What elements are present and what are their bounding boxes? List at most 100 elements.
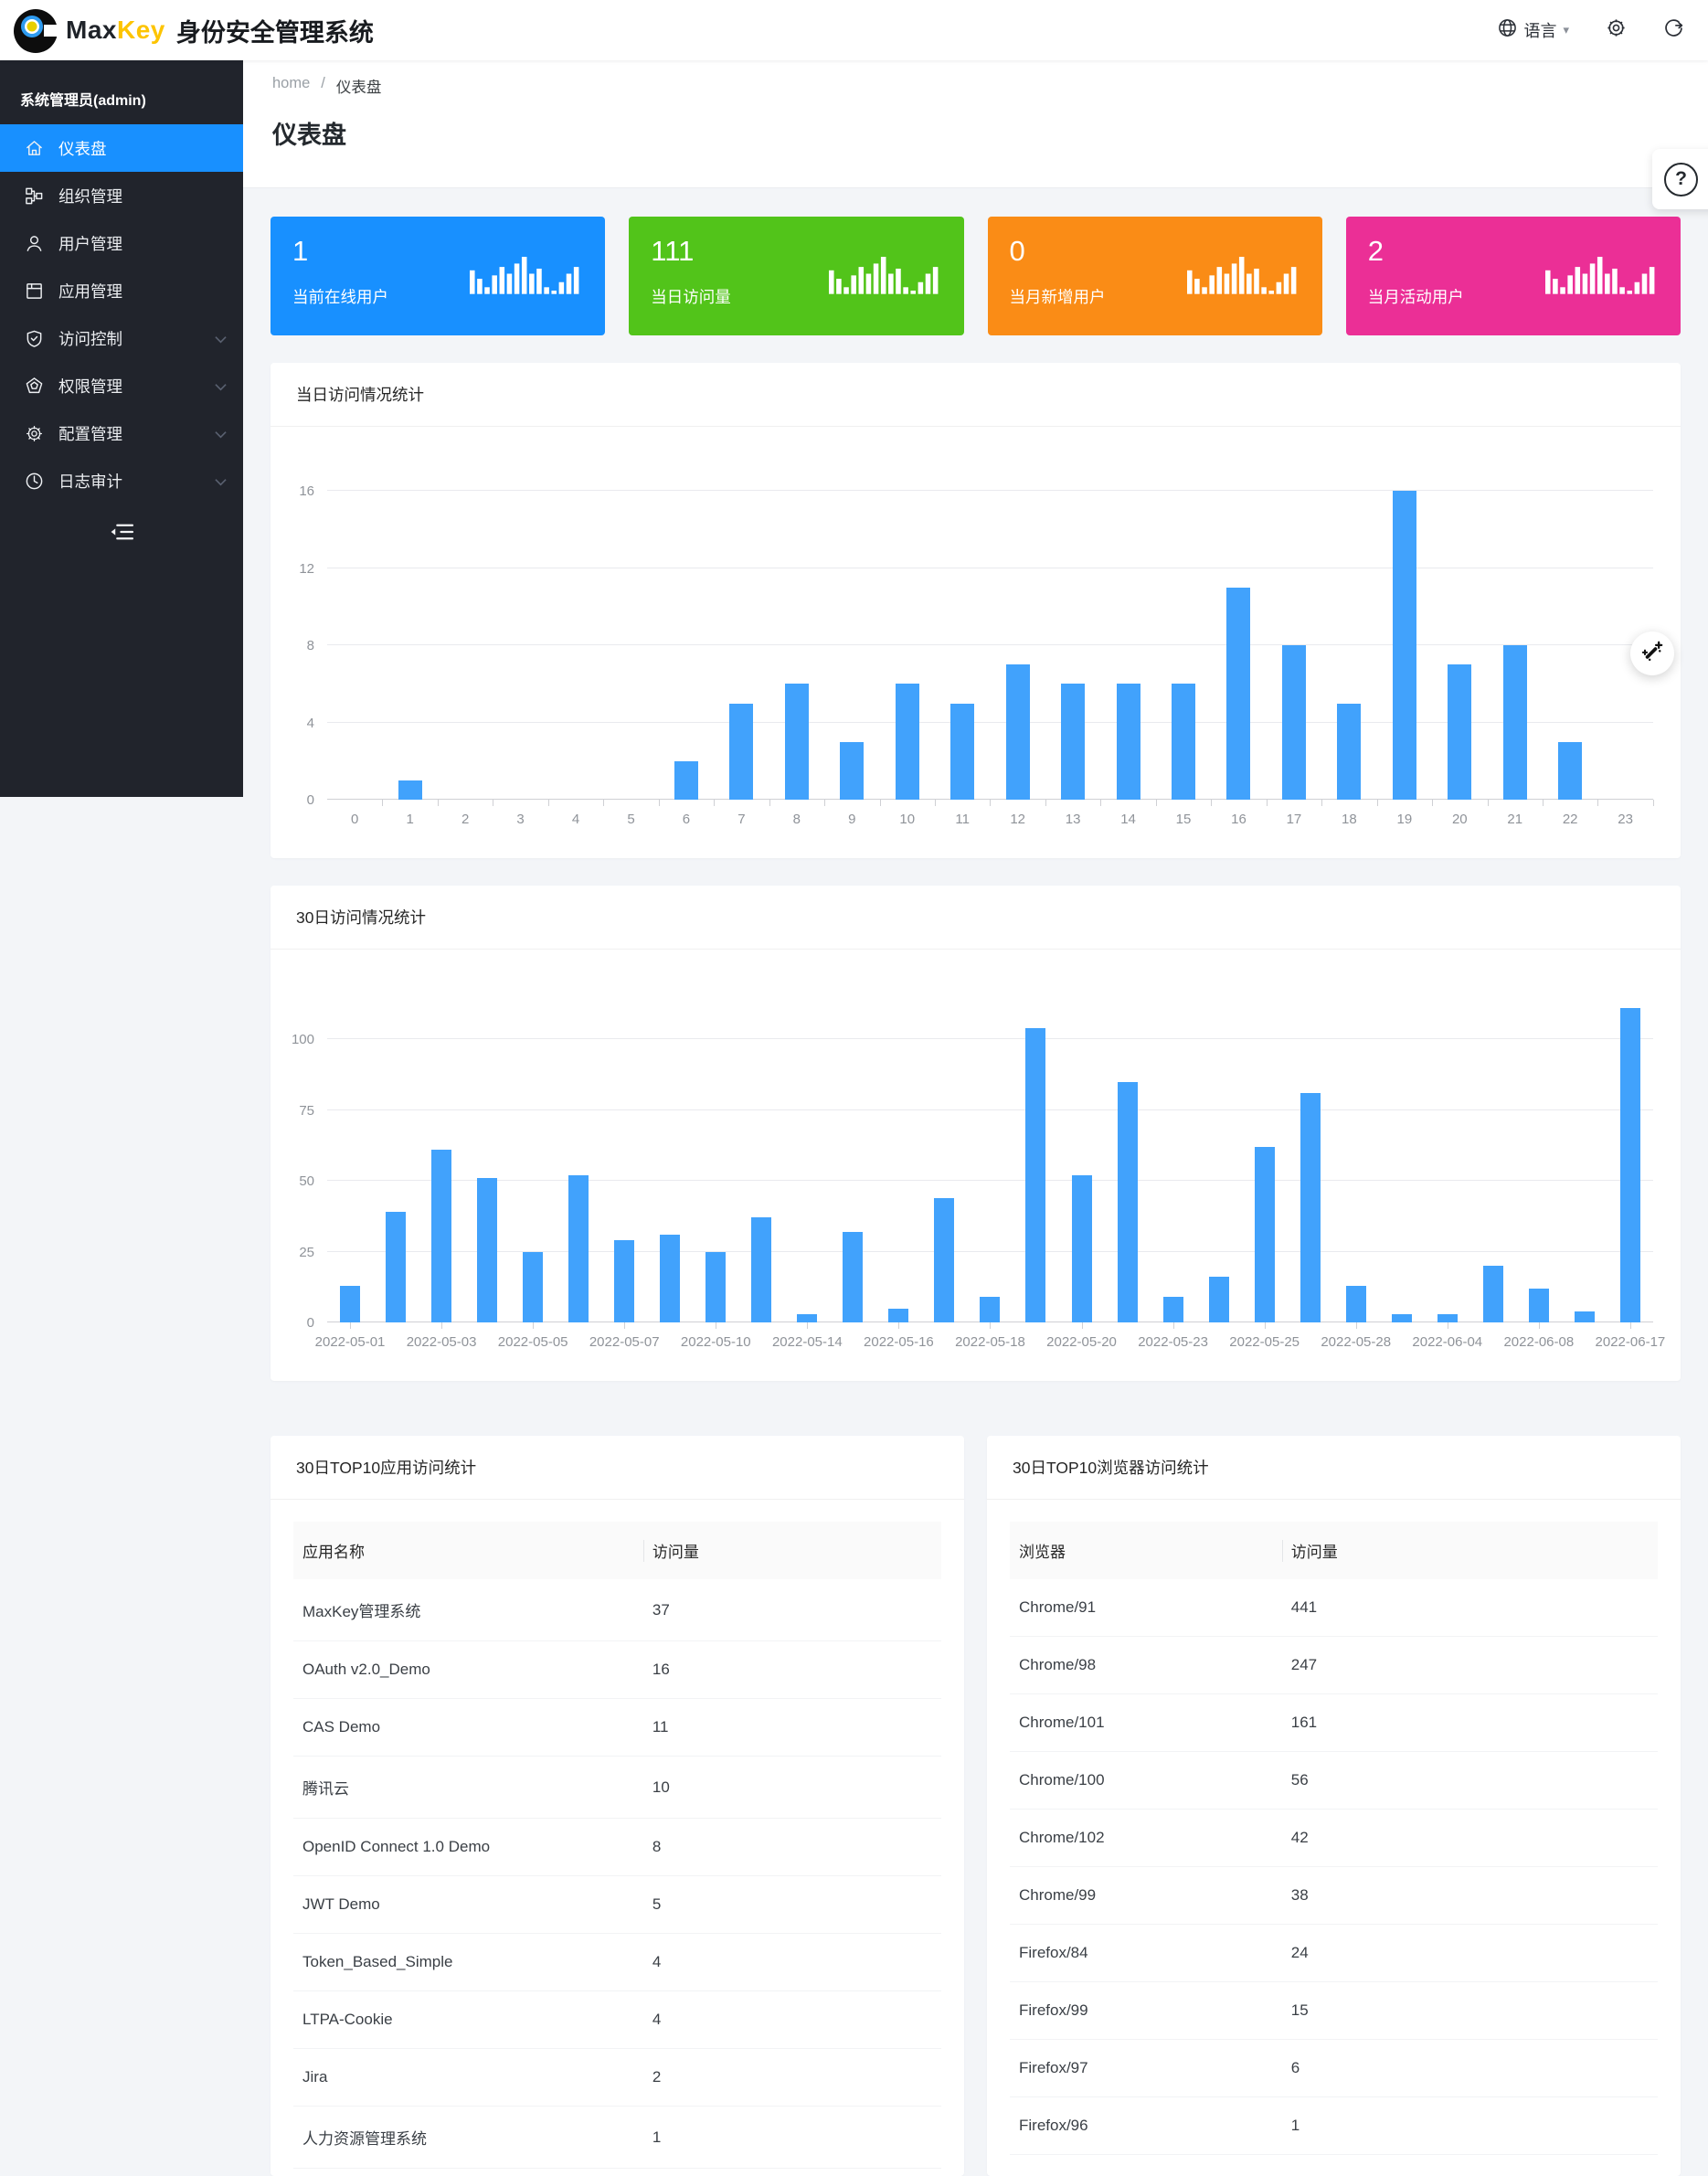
y-axis-tick-label: 100	[292, 1032, 314, 1047]
chevron-down-icon: ▾	[1563, 23, 1569, 37]
x-axis-tick	[350, 1322, 351, 1329]
table-cell: 4	[643, 1991, 941, 2049]
x-axis-tick	[441, 1322, 442, 1329]
x-axis-tick-label: 2022-05-14	[772, 1334, 843, 1350]
chart-slot: 2	[438, 460, 493, 800]
apps-icon	[25, 281, 45, 301]
content: 1当前在线用户111当日访问量0当月新增用户2当月活动用户 当日访问情况统计 0…	[243, 188, 1708, 2176]
y-axis-tick-label: 12	[299, 561, 314, 577]
top-browsers-panel: 30日TOP10浏览器访问统计 浏览器访问量Chrome/91441Chrome…	[987, 1436, 1681, 2176]
chart-slot	[1105, 982, 1151, 1322]
sidebar-collapse-button[interactable]	[0, 514, 243, 555]
bar	[785, 684, 809, 800]
chart-panel-30day: 30日访问情况统计 02550751002022-05-012022-05-03…	[271, 886, 1681, 1381]
chart-slot: 8	[769, 460, 824, 800]
x-axis-tick	[880, 800, 881, 806]
chart-slot: 6	[659, 460, 714, 800]
settings-button[interactable]	[1606, 17, 1627, 43]
user-icon	[25, 233, 45, 253]
chart-slot: 2022-05-20	[1059, 982, 1105, 1322]
table-cell: Chrome/91	[1010, 1579, 1282, 1637]
table-cell: Firefox/99	[1010, 1982, 1282, 2040]
x-axis-tick-label: 9	[848, 812, 855, 827]
bar	[568, 1175, 589, 1322]
chart-slot: 20	[1432, 460, 1487, 800]
language-menu[interactable]: 语言 ▾	[1498, 18, 1569, 42]
logout-button[interactable]	[1663, 17, 1684, 43]
bar	[950, 704, 974, 801]
sidebar-item-1[interactable]: 组织管理	[0, 172, 243, 219]
chart-slot: 12	[990, 460, 1045, 800]
permission-icon	[25, 376, 45, 396]
table-cell: 37	[643, 1579, 941, 1641]
bar	[1006, 664, 1030, 800]
table-row: 腾讯云10	[293, 1757, 941, 1819]
sidebar-item-5[interactable]: 权限管理	[0, 362, 243, 409]
chart-slot: 5	[603, 460, 658, 800]
table-cell: 247	[1282, 1637, 1658, 1694]
help-button[interactable]: ?	[1652, 149, 1708, 209]
sidebar-item-4[interactable]: 访问控制	[0, 314, 243, 362]
question-mark-icon: ?	[1664, 163, 1698, 196]
x-axis-tick	[1156, 800, 1157, 806]
maxkey-logo-icon	[13, 6, 60, 54]
org-icon	[25, 186, 45, 206]
x-axis-tick-label: 2022-05-18	[955, 1334, 1025, 1350]
chart-panel-daily: 当日访问情况统计 0481216012345678910111213141516…	[271, 363, 1681, 858]
breadcrumb-home[interactable]: home	[272, 75, 310, 97]
theme-wand-button[interactable]	[1630, 632, 1674, 675]
y-axis-tick-label: 25	[299, 1245, 314, 1260]
bar	[843, 1232, 863, 1322]
mini-bar-chart-icon	[470, 251, 581, 302]
x-axis-tick-label: 13	[1066, 812, 1081, 827]
sidebar-item-0[interactable]: 仪表盘	[0, 124, 243, 172]
table-cell: 42	[1282, 1810, 1658, 1867]
y-axis-tick-label: 50	[299, 1173, 314, 1189]
chart-slot: 2022-05-05	[510, 982, 556, 1322]
table-row: Chrome/98247	[1010, 1637, 1658, 1694]
x-axis-tick	[1539, 1322, 1540, 1329]
table-row: Firefox/8424	[1010, 1925, 1658, 1982]
sidebar-item-7[interactable]: 日志审计	[0, 457, 243, 504]
bar	[729, 704, 753, 801]
mini-bar-chart-icon	[1545, 251, 1657, 302]
main-area: home / 仪表盘 仪表盘 1当前在线用户111当日访问量0当月新增用户2当月…	[243, 60, 1708, 2122]
stat-cards-row: 1当前在线用户111当日访问量0当月新增用户2当月活动用户	[271, 217, 1681, 335]
bar	[1172, 684, 1195, 800]
x-axis-tick-label: 4	[572, 812, 579, 827]
chart-slot: 4	[548, 460, 603, 800]
chevron-down-icon	[215, 472, 227, 491]
bar	[1575, 1311, 1595, 1322]
table-cell: CAS Demo	[293, 1699, 643, 1757]
bar	[523, 1252, 543, 1323]
sidebar-item-3[interactable]: 应用管理	[0, 267, 243, 314]
bar	[1282, 645, 1306, 800]
y-axis-tick-label: 0	[307, 1315, 314, 1331]
bar	[1393, 491, 1416, 800]
table-row: OAuth v2.0_Demo16	[293, 1641, 941, 1699]
bar	[386, 1212, 406, 1322]
bar	[751, 1217, 771, 1322]
x-axis-tick	[769, 800, 770, 806]
x-axis-tick-label: 16	[1231, 812, 1247, 827]
sidebar-item-6[interactable]: 配置管理	[0, 409, 243, 457]
sidebar-item-2[interactable]: 用户管理	[0, 219, 243, 267]
table-row: LTPA-Cookie4	[293, 1991, 941, 2049]
chart-slot: 10	[880, 460, 935, 800]
page-title: 仪表盘	[272, 115, 1679, 151]
y-axis-tick-label: 8	[307, 638, 314, 653]
chart-slot: 21	[1488, 460, 1543, 800]
x-axis-tick-label: 3	[516, 812, 524, 827]
chart-slot: 2022-05-03	[419, 982, 464, 1322]
top-apps-panel: 30日TOP10应用访问统计 应用名称访问量MaxKey管理系统37OAuth …	[271, 1436, 964, 2176]
table-cell: Chrome/98	[1010, 1637, 1282, 1694]
logout-icon	[1663, 17, 1684, 43]
chart-slot: 0	[327, 460, 382, 800]
table-cell: 15	[1282, 1982, 1658, 2040]
bar	[1117, 684, 1140, 800]
x-axis-tick	[548, 800, 549, 806]
table-cell: 38	[1282, 1867, 1658, 1925]
sidebar-item-label: 日志审计	[58, 470, 122, 493]
x-axis-tick	[1045, 800, 1046, 806]
bar	[674, 761, 698, 800]
